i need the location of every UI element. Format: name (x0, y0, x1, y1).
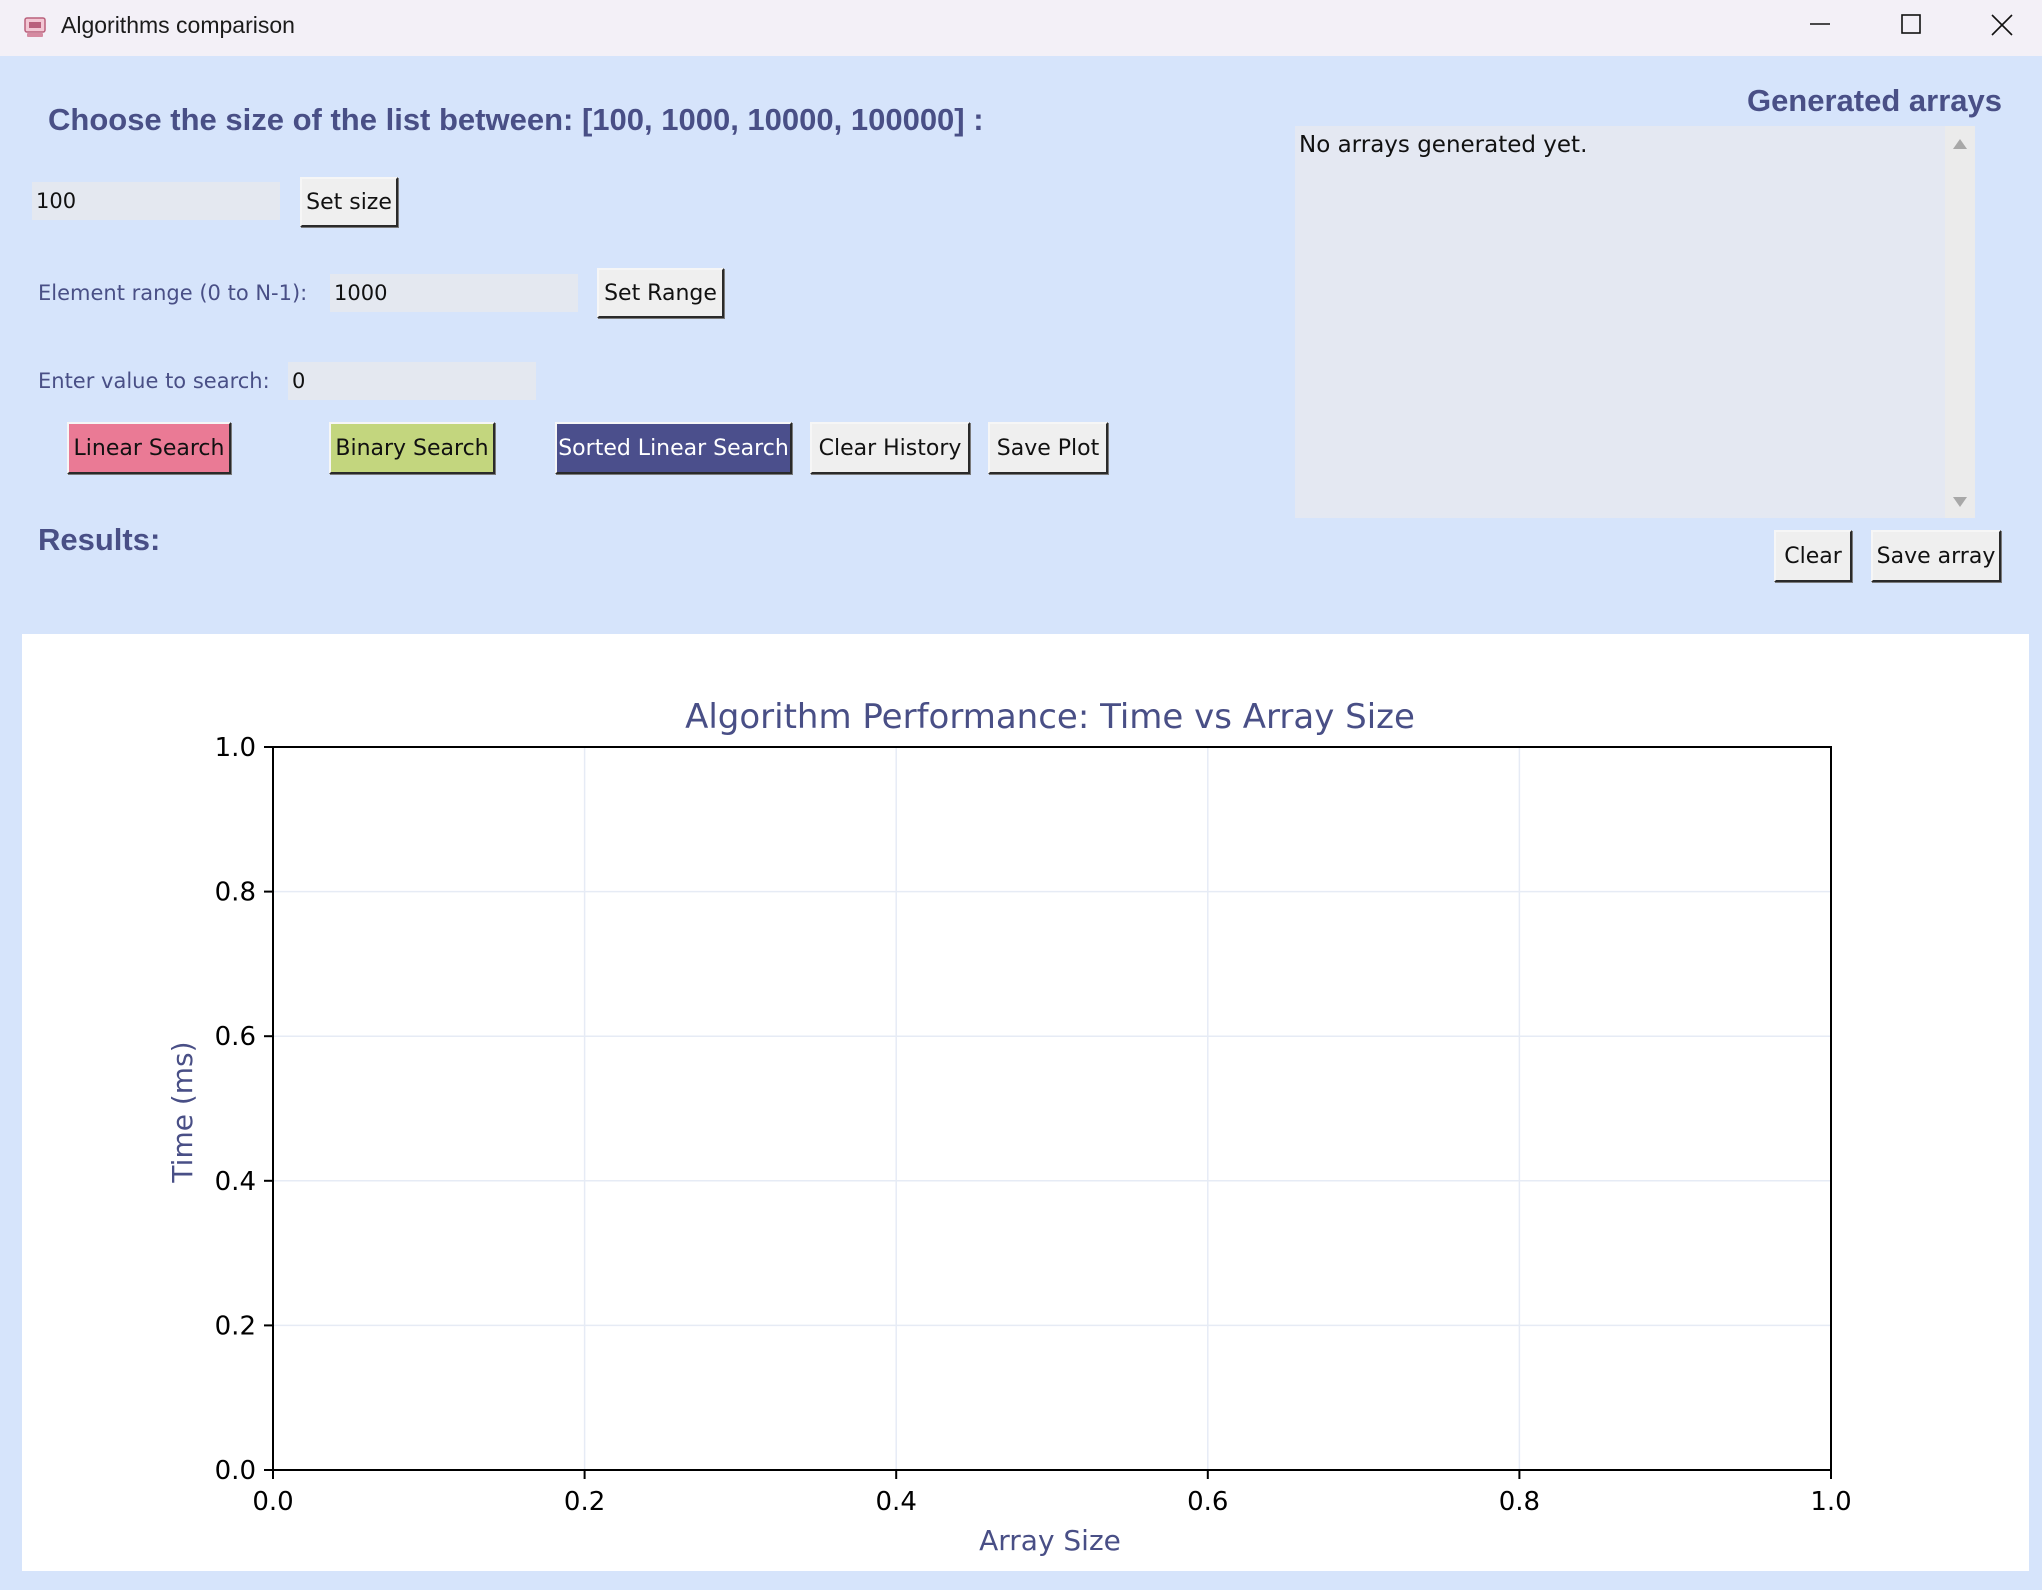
element-range-input[interactable] (330, 274, 578, 312)
minimize-button[interactable] (1785, 0, 1855, 50)
x-tick-label: 0.0 (252, 1487, 293, 1517)
x-tick-label: 0.6 (1187, 1487, 1228, 1517)
maximize-icon (1901, 14, 1921, 34)
binary-search-button[interactable]: Binary Search (329, 422, 495, 474)
y-tick-label: 0.8 (215, 878, 256, 908)
app-window: Algorithms comparison Choose the size of… (0, 0, 2042, 1590)
search-value-input[interactable] (288, 362, 536, 400)
x-axis-label: Array Size (979, 1524, 1121, 1557)
set-range-button[interactable]: Set Range (597, 268, 724, 318)
size-prompt: Choose the size of the list between: [10… (48, 102, 984, 137)
window-title: Algorithms comparison (61, 12, 295, 38)
close-icon (1991, 14, 2013, 36)
clear-arrays-button[interactable]: Clear (1774, 530, 1852, 582)
generated-arrays-textarea[interactable]: No arrays generated yet. (1295, 126, 1975, 518)
x-tick-label: 0.8 (1499, 1487, 1540, 1517)
linear-search-button[interactable]: Linear Search (67, 422, 231, 474)
chart-axes (272, 746, 1832, 1471)
chart-ticks: 0.0 0.2 0.4 0.6 0.8 1.0 0.0 0.2 0.4 0.6 0.8 1.0 (215, 733, 1852, 1517)
x-tick-label: 0.4 (876, 1487, 917, 1517)
y-tick-label: 0.4 (215, 1167, 256, 1197)
y-tick-label: 0.0 (215, 1456, 256, 1486)
y-axis-label: Time (ms) (166, 1041, 199, 1183)
save-array-button[interactable]: Save array (1871, 530, 2001, 582)
plot-area: 0.0 0.2 0.4 0.6 0.8 1.0 0.0 0.2 0.4 0.6 0.8 1.0 Alg… (22, 634, 2029, 1571)
size-input[interactable] (32, 182, 280, 220)
chart-grid (272, 746, 1832, 1471)
chart-title: Algorithm Performance: Time vs Array Siz… (685, 697, 1415, 737)
generated-arrays-title: Generated arrays (1746, 83, 2002, 118)
x-tick-label: 1.0 (1810, 1487, 1851, 1517)
set-size-button[interactable]: Set size (300, 177, 398, 227)
element-range-label: Element range (0 to N-1): (38, 281, 308, 305)
app-icon (22, 14, 48, 40)
x-tick-label: 0.2 (564, 1487, 605, 1517)
plot-frame (272, 746, 1832, 1471)
generated-arrays-content: No arrays generated yet. (1299, 132, 1588, 158)
title-bar: Algorithms comparison (0, 0, 2042, 56)
search-value-label: Enter value to search: (38, 369, 270, 393)
y-tick-label: 1.0 (215, 733, 256, 763)
sorted-linear-search-button[interactable]: Sorted Linear Search (555, 422, 792, 474)
close-button[interactable] (1967, 0, 2037, 50)
save-plot-button[interactable]: Save Plot (988, 422, 1108, 474)
minimize-icon (1810, 23, 1830, 25)
y-tick-label: 0.2 (215, 1311, 256, 1341)
scroll-down-icon[interactable] (1952, 496, 1968, 508)
clear-history-button[interactable]: Clear History (810, 422, 970, 474)
y-tick-label: 0.6 (215, 1022, 256, 1052)
results-label: Results: (38, 522, 161, 557)
arrays-scrollbar[interactable] (1945, 126, 1975, 518)
maximize-button[interactable] (1876, 0, 1946, 50)
scroll-up-icon[interactable] (1952, 138, 1968, 150)
performance-chart: 0.0 0.2 0.4 0.6 0.8 1.0 0.0 0.2 0.4 0.6 0.8 1.0 Alg… (166, 697, 1852, 1557)
